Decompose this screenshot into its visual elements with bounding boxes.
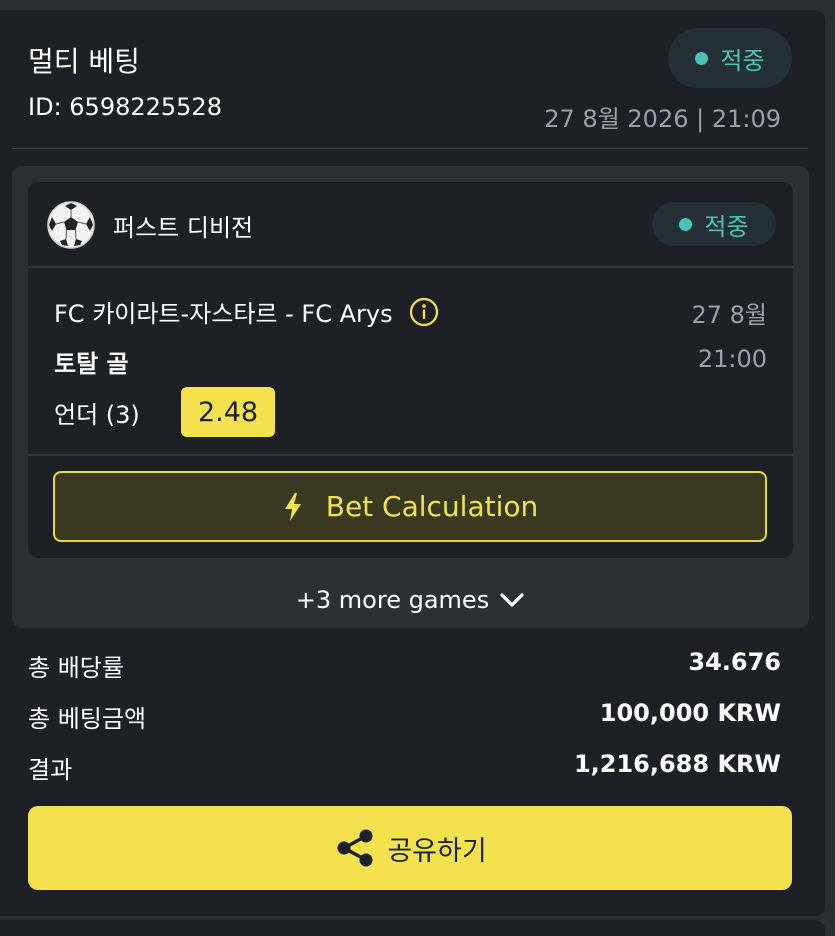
total-stake-value: 100,000 KRW [599, 699, 781, 727]
result-label: 결과 [28, 756, 73, 784]
status-badge: 적중 [668, 28, 792, 88]
odds-badge: 2.48 [181, 387, 275, 437]
item-status-badge: 적중 [652, 202, 776, 246]
more-games-toggle[interactable]: +3 more games [12, 586, 809, 614]
selection-name: 언더 (3) [54, 401, 140, 429]
item-status-label: 적중 [704, 212, 749, 241]
market-name: 토탈 골 [54, 350, 129, 378]
result-value: 1,216,688 KRW [573, 750, 781, 778]
more-games-label: +3 more games [295, 586, 490, 614]
soccer-ball-icon [47, 201, 95, 249]
bet-datetime: 27 8월 2026 | 21:09 [544, 105, 781, 133]
info-icon[interactable] [409, 297, 439, 327]
share-button[interactable]: 공유하기 [28, 806, 792, 890]
bet-type-title: 멀티 베팅 [28, 45, 140, 78]
share-icon [337, 829, 373, 867]
match-date: 27 8월 [691, 301, 767, 329]
lightning-bolt-icon [284, 492, 301, 521]
total-odds-value: 34.676 [688, 648, 781, 676]
match-name: FC 카이라트-자스타르 - FC Arys [54, 300, 393, 328]
bet-calculation-label: Bet Calculation [325, 490, 539, 523]
status-dot-icon [695, 51, 709, 65]
status-label: 적중 [720, 46, 765, 75]
bet-items-panel: 퍼스트 디비전 적중 FC 카이라트-자스타르 - FC Arys 27 8월 … [12, 166, 809, 628]
item-divider-bottom [28, 454, 793, 456]
league-name: 퍼스트 디비전 [113, 214, 254, 242]
bet-calculation-button[interactable]: Bet Calculation [53, 471, 767, 542]
total-odds-label: 총 배당률 [28, 654, 124, 682]
bet-id: ID: 6598225528 [28, 93, 222, 121]
status-dot-icon [679, 217, 693, 231]
next-bet-card [0, 920, 825, 936]
chevron-down-icon [500, 593, 524, 607]
header-divider [12, 148, 808, 149]
total-stake-label: 총 베팅금액 [28, 705, 147, 733]
bet-item: 퍼스트 디비전 적중 FC 카이라트-자스타르 - FC Arys 27 8월 … [28, 182, 793, 558]
item-divider [28, 266, 793, 268]
bet-card: 멀티 베팅 적중 ID: 6598225528 27 8월 2026 | 21:… [0, 10, 825, 916]
match-time: 21:00 [697, 345, 767, 373]
match-row: FC 카이라트-자스타르 - FC Arys [54, 294, 439, 329]
share-button-label: 공유하기 [387, 835, 487, 867]
